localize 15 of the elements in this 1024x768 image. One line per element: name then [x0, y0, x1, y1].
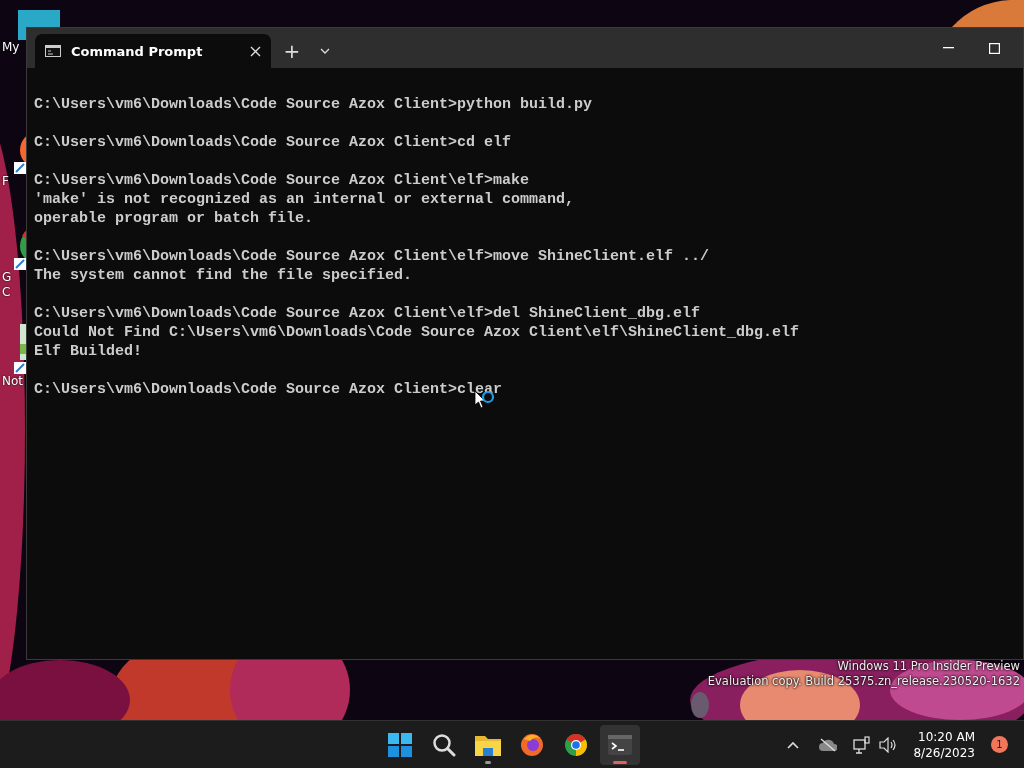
notification-badge[interactable]: 1 [991, 736, 1008, 753]
folder-icon [475, 734, 501, 756]
tray-chevron-button[interactable] [787, 740, 800, 749]
cloud-off-icon[interactable] [819, 737, 838, 752]
clock-time: 10:20 AM [918, 728, 975, 745]
windows-logo-icon [388, 733, 412, 757]
terminal-icon [608, 735, 632, 755]
chevron-up-icon [787, 740, 800, 749]
network-icon[interactable] [853, 735, 872, 754]
firefox-icon [520, 733, 544, 757]
clock-date: 8/26/2023 [913, 744, 975, 761]
volume-icon[interactable] [879, 736, 898, 753]
search-icon [432, 733, 456, 757]
chrome-icon [564, 733, 588, 757]
clock-button[interactable]: 10:20 AM 8/26/2023 [905, 728, 983, 761]
